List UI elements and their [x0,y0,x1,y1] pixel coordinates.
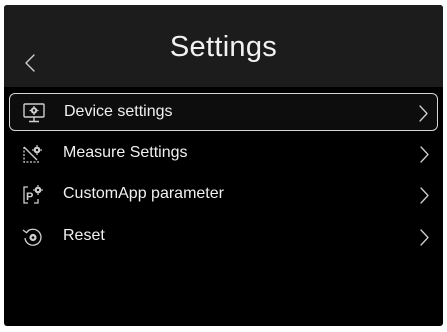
menu-item-reset[interactable]: Reset [9,218,438,256]
parameter-gear-icon: P [21,184,45,206]
menu-item-measure-settings[interactable]: Measure Settings [9,135,438,173]
chevron-right-icon [418,186,430,205]
menu-item-label: Measure Settings [63,144,188,161]
menu-item-label: Device settings [64,103,173,120]
settings-screen: Settings Device settings Measure Setting… [4,5,443,326]
menu-item-customapp-parameter[interactable]: P CustomApp parameter [9,176,438,214]
chevron-right-icon [418,145,430,164]
measure-gear-icon [21,143,45,165]
menu-item-label: Reset [63,227,105,244]
reset-icon [21,226,45,248]
svg-text:P: P [26,191,33,203]
header-bar: Settings [4,5,443,87]
monitor-gear-icon [22,102,46,124]
chevron-right-icon [417,104,429,123]
page-title: Settings [169,31,278,63]
chevron-right-icon [418,228,430,247]
menu-item-label: CustomApp parameter [63,185,224,202]
menu-item-device-settings[interactable]: Device settings [9,93,438,131]
